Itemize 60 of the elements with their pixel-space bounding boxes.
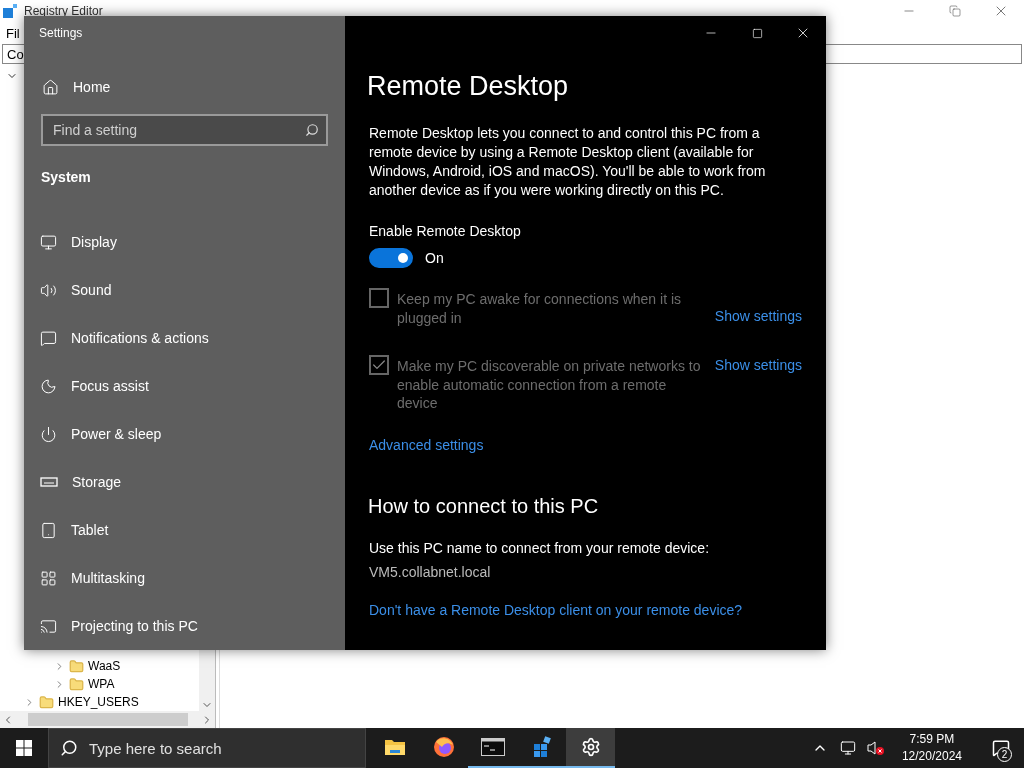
search-icon: [305, 123, 319, 138]
tablet-icon: [40, 521, 57, 539]
clock[interactable]: 7:59 PM 12/20/2024: [893, 731, 970, 765]
monitor-icon: [40, 233, 57, 251]
nav-item[interactable]: Focus assist: [24, 362, 345, 410]
folder-icon: [69, 676, 84, 692]
tree-item[interactable]: WPA: [88, 677, 115, 691]
power-icon: [40, 425, 57, 443]
search-icon: [60, 739, 78, 757]
message-icon: [992, 739, 1010, 757]
section-heading: System: [40, 168, 92, 188]
nav-item[interactable]: Display: [24, 218, 345, 266]
search-field[interactable]: Type here to search: [48, 728, 366, 768]
instruction-text: Use this PC name to connect from your remote device:: [369, 539, 711, 556]
tree-item[interactable]: HKEY_USERS: [58, 695, 139, 709]
restore-icon: [949, 5, 961, 17]
section-heading: How to connect to this PC: [368, 494, 600, 518]
home-link[interactable]: Home: [24, 66, 345, 109]
nav-item[interactable]: Tablet: [24, 506, 345, 554]
cast-icon: [40, 617, 57, 635]
grid-icon: [40, 569, 57, 587]
tree-item[interactable]: WaaS: [88, 659, 121, 673]
taskbar-app[interactable]: [566, 728, 615, 768]
option-label: Keep my PC awake for connections when it is plugged in: [397, 290, 683, 327]
nav-item[interactable]: Power & sleep: [24, 410, 345, 458]
speaker-icon: [40, 281, 57, 299]
home-icon: [42, 78, 59, 96]
nav-item[interactable]: Storage: [24, 458, 345, 506]
speech-bubble-icon: [40, 329, 57, 347]
setting-label: Enable Remote Desktop: [369, 223, 522, 239]
option-label: Make my PC discoverable on private networks to enable automatic connection from a remote device: [397, 357, 702, 413]
folder-icon: [69, 658, 84, 674]
moon-icon: [40, 377, 57, 395]
maximize-icon: [751, 27, 763, 39]
window-title: Settings: [38, 25, 84, 42]
nav-item[interactable]: Projecting to this PC: [24, 602, 345, 650]
toggle-state: On: [425, 250, 444, 266]
muted-speaker-icon[interactable]: [866, 740, 885, 756]
scrollbar[interactable]: [0, 711, 215, 728]
folder-icon: [383, 738, 406, 756]
folder-icon: [39, 694, 54, 710]
nav-item[interactable]: Multitasking: [24, 554, 345, 602]
nav-item[interactable]: Sound: [24, 266, 345, 314]
notification-button[interactable]: 2: [978, 728, 1024, 768]
settings-icon: [580, 737, 601, 757]
cubes-icon: [2, 3, 18, 19]
toggle-switch[interactable]: [369, 248, 413, 268]
terminal-icon: [480, 738, 505, 756]
pc-name: VM5.collabnet.local: [369, 563, 492, 580]
menu-item[interactable]: Fil: [6, 25, 20, 41]
description: Remote Desktop lets you connect to and control this PC from a remote device by using a Remote Desktop client (available for Windows, Android, iOS and macOS). You'll be able to work from another device as if you were working directly on this PC.: [369, 124, 767, 200]
network-icon[interactable]: [839, 740, 856, 756]
client-link[interactable]: Don't have a Remote Desktop client on your remote device?: [369, 601, 743, 618]
browser-globe-icon: [432, 736, 455, 758]
page-title: Remote Desktop: [367, 71, 570, 102]
nav-item[interactable]: Notifications & actions: [24, 314, 345, 362]
search-field[interactable]: Find a setting: [41, 114, 328, 147]
advanced-settings-link[interactable]: Advanced settings: [369, 436, 484, 453]
drive-icon: [40, 477, 58, 487]
windows-logo-icon: [16, 740, 32, 756]
